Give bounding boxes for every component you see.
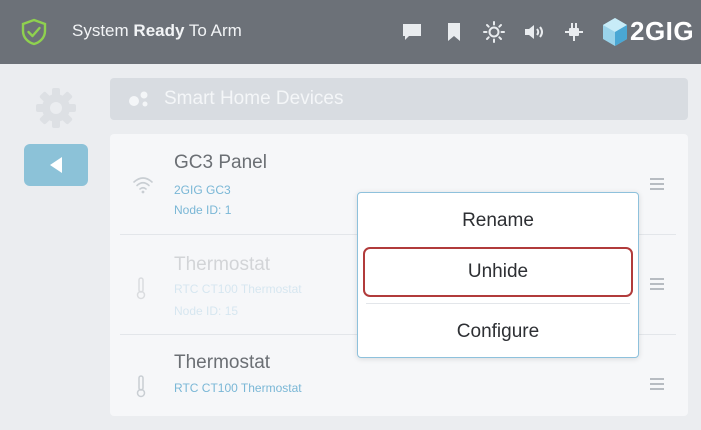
thermometer-icon: [136, 375, 146, 398]
context-menu: Rename Unhide Configure: [357, 192, 639, 358]
configure-menu-item[interactable]: Configure: [358, 321, 638, 343]
smart-home-devices-icon: [129, 91, 148, 107]
device-name: GC3 Panel: [174, 152, 267, 173]
menu-divider: [366, 303, 630, 304]
unhide-menu-item[interactable]: Unhide: [363, 247, 633, 297]
status-suffix: To Arm: [188, 21, 242, 40]
volume-icon[interactable]: [522, 20, 546, 44]
device-model: RTC CT100 Thermostat: [174, 381, 302, 395]
brightness-icon[interactable]: [482, 20, 506, 44]
section-title: Smart Home Devices: [164, 88, 344, 109]
system-status-text: System Ready To Arm: [72, 21, 242, 41]
bookmark-icon[interactable]: [442, 20, 466, 44]
hamburger-menu-icon[interactable]: [650, 278, 664, 290]
section-header: Smart Home Devices: [110, 78, 688, 120]
shield-check-icon[interactable]: [20, 18, 48, 46]
hamburger-menu-icon[interactable]: [650, 178, 664, 190]
device-name: Thermostat: [174, 352, 271, 373]
brand-name: 2GIG: [630, 16, 695, 46]
status-bold: Ready: [133, 21, 185, 40]
power-plug-icon[interactable]: [562, 20, 586, 44]
gear-icon[interactable]: [34, 86, 78, 130]
back-arrow-icon: [50, 157, 62, 173]
hamburger-menu-icon[interactable]: [650, 378, 664, 390]
message-icon[interactable]: [400, 20, 424, 44]
top-status-bar: System Ready To Arm 2GIG: [0, 0, 701, 64]
wifi-icon: [133, 177, 153, 194]
status-prefix: System: [72, 21, 129, 40]
back-button[interactable]: [24, 144, 88, 186]
device-name: Thermostat: [174, 254, 271, 275]
rename-menu-item[interactable]: Rename: [358, 210, 638, 232]
device-model: RTC CT100 Thermostat: [174, 282, 302, 296]
device-node-id: Node ID: 1: [174, 203, 232, 217]
brand-logo-icon: [603, 18, 627, 46]
device-model: 2GIG GC3: [174, 183, 231, 197]
thermometer-icon: [136, 277, 146, 300]
device-node-id: Node ID: 15: [174, 304, 239, 318]
